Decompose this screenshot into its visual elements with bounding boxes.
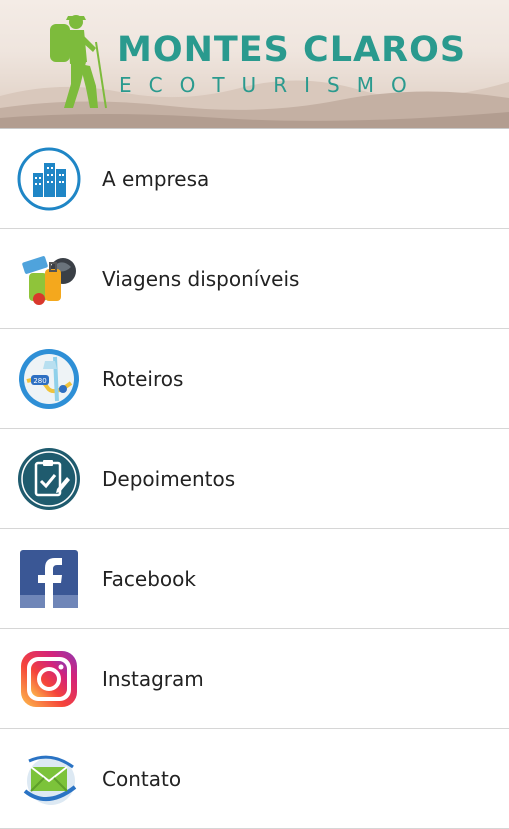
menu-item-label: Facebook (102, 566, 196, 591)
app-header: MONTES CLAROS ECOTURISMO (0, 0, 509, 128)
menu-item-label: Depoimentos (102, 466, 236, 491)
menu-item-contato[interactable]: Contato (0, 729, 509, 829)
instagram-icon (21, 650, 77, 707)
map-icon-sign: 280 (33, 377, 46, 385)
menu-item-label: A empresa (102, 166, 210, 191)
facebook-icon (20, 549, 78, 608)
menu-item-viagens[interactable]: Viagens disponíveis (0, 229, 509, 329)
menu-item-label: Roteiros (102, 366, 184, 391)
menu-item-empresa[interactable]: A empresa (0, 129, 509, 229)
main-menu: A empresa Viagens disponíveis 280 Roteir… (0, 128, 509, 829)
menu-item-facebook[interactable]: Facebook (0, 529, 509, 629)
menu-item-label: Contato (102, 766, 182, 791)
menu-item-depoimentos[interactable]: Depoimentos (0, 429, 509, 529)
menu-item-instagram[interactable]: Instagram (0, 629, 509, 729)
clipboard-check-icon (18, 447, 80, 510)
menu-item-label: Viagens disponíveis (102, 266, 300, 291)
luggage-globe-icon (22, 255, 76, 305)
menu-item-roteiros[interactable]: 280 Roteiros (0, 329, 509, 429)
map-icon: 280 (19, 348, 79, 409)
buildings-icon (17, 147, 81, 210)
brand-title: MONTES CLAROS (117, 30, 467, 70)
menu-item-label: Instagram (102, 666, 204, 691)
envelope-globe-icon (23, 755, 77, 805)
hiker-icon (50, 15, 107, 109)
brand-subtitle: ECOTURISMO (119, 73, 424, 97)
